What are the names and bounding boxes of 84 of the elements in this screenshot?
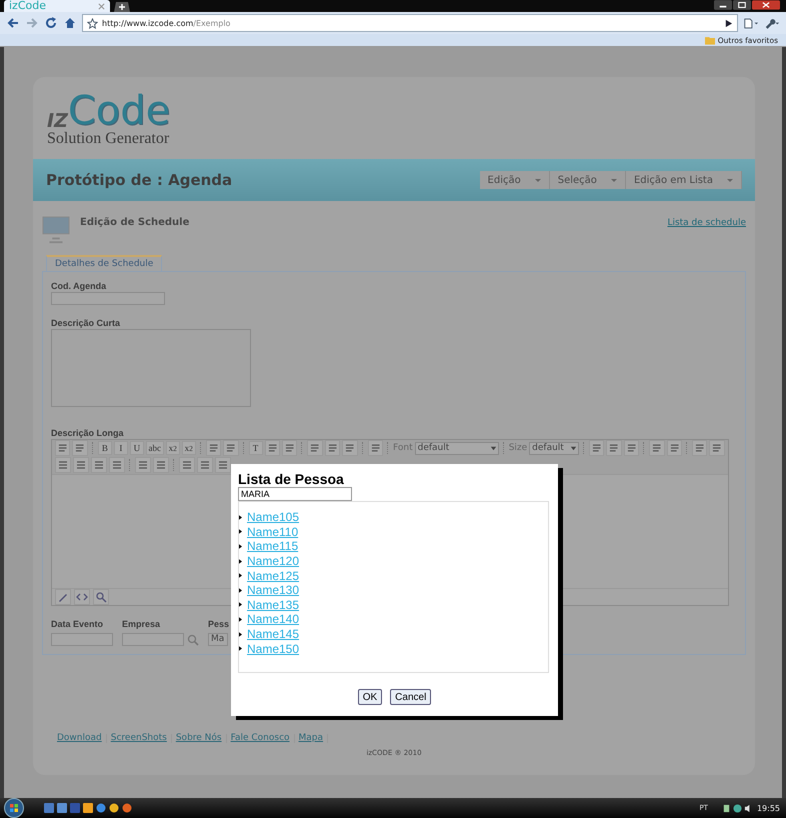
format-button[interactable]: T: [248, 441, 263, 456]
person-link[interactable]: Name115: [247, 539, 298, 554]
new-tab-icon[interactable]: [114, 2, 130, 12]
forward-icon[interactable]: [25, 16, 39, 30]
tray-icon[interactable]: [722, 804, 731, 812]
footer-link[interactable]: Fale Conosco: [230, 733, 290, 743]
field-label: Descrição Longa: [51, 426, 124, 439]
bullet-icon: [239, 558, 242, 564]
person-link[interactable]: Name140: [247, 612, 300, 626]
bullet-icon: [239, 632, 242, 637]
format-button[interactable]: abc: [146, 441, 164, 456]
person-link[interactable]: Name130: [247, 583, 300, 598]
wrench-icon[interactable]: [764, 18, 780, 28]
person-link[interactable]: Name110: [247, 524, 298, 539]
field-label: Empresa: [122, 618, 162, 630]
field-label: Cod. Agenda: [51, 280, 106, 292]
url-text: http://www.izcode.com/Exemplo: [102, 18, 230, 28]
field-label: Descrição Curta: [51, 316, 120, 329]
home-icon[interactable]: [63, 16, 77, 30]
address-bar[interactable]: http://www.izcode.com/Exemplo: [82, 14, 738, 32]
star-icon[interactable]: [87, 18, 98, 28]
search-field[interactable]: MARIA: [238, 487, 352, 501]
logo-tagline: Solution Generator: [47, 131, 170, 147]
font-select[interactable]: default: [414, 442, 499, 455]
page-title: Protótipo de : Agenda: [46, 171, 232, 189]
person-link[interactable]: Name150: [247, 642, 300, 656]
format-button[interactable]: I: [114, 441, 128, 456]
tab-title: izCode: [9, 0, 46, 12]
dropdown-icon: [488, 444, 498, 453]
menu-button[interactable]: Seleção: [550, 171, 626, 189]
input-field[interactable]: [51, 633, 113, 646]
field-label: Pess: [208, 618, 230, 630]
bullet-icon: [239, 646, 242, 652]
close-icon[interactable]: [752, 0, 780, 10]
menu-button[interactable]: Edição em Lista: [626, 171, 742, 189]
list-link[interactable]: Lista de schedule: [667, 218, 746, 228]
start-button[interactable]: [4, 798, 24, 818]
footer-link[interactable]: Download: [57, 733, 102, 743]
dialog-title: Lista de Pessoa: [238, 471, 344, 487]
person-link[interactable]: Name105: [247, 510, 300, 524]
dialog-button[interactable]: Cancel: [390, 689, 432, 705]
back-icon[interactable]: [6, 16, 20, 30]
font-label: Font: [393, 443, 413, 454]
clock: 19:55: [756, 804, 780, 812]
bullet-icon: [239, 588, 242, 593]
page-menu-icon[interactable]: [743, 18, 759, 28]
bullet-icon: [239, 616, 242, 622]
person-link[interactable]: Name135: [247, 598, 300, 612]
person-link[interactable]: Name125: [247, 568, 300, 583]
footer-link[interactable]: Mapa: [298, 733, 324, 743]
tab[interactable]: Detalhes de Schedule: [46, 255, 162, 271]
network-icon[interactable]: [732, 804, 742, 812]
bullet-icon: [239, 514, 242, 520]
logo-text: Code: [68, 91, 170, 131]
reload-icon[interactable]: [44, 16, 58, 30]
maximize-icon[interactable]: [733, 0, 751, 10]
input-field[interactable]: [122, 633, 184, 646]
menu-button[interactable]: Edição: [480, 171, 550, 189]
logo-prefix: IZ: [47, 111, 68, 131]
bullet-icon: [239, 544, 242, 549]
search-icon[interactable]: [187, 634, 199, 646]
footer-link[interactable]: Sobre Nós: [176, 733, 222, 743]
person-link[interactable]: Name120: [247, 554, 300, 568]
input-field[interactable]: Ma: [208, 633, 228, 646]
format-button[interactable]: U: [130, 441, 144, 456]
dialog-button[interactable]: OK: [358, 689, 382, 705]
input-field[interactable]: [51, 292, 165, 305]
size-select[interactable]: default: [529, 442, 579, 455]
code-icon[interactable]: [74, 589, 90, 605]
section-title: Edição de Schedule: [80, 217, 190, 228]
format-button[interactable]: B: [98, 441, 112, 456]
person-link[interactable]: Name145: [247, 627, 300, 642]
dropdown-icon: [568, 444, 578, 453]
pencil-icon[interactable]: [55, 589, 71, 605]
bullet-icon: [239, 529, 242, 534]
minimize-icon[interactable]: [714, 0, 732, 10]
bullet-icon: [239, 573, 242, 578]
search-icon[interactable]: [93, 589, 109, 605]
footer-link[interactable]: ScreenShots: [110, 733, 167, 743]
bullet-icon: [239, 602, 242, 608]
field-label: Data Evento: [51, 618, 104, 630]
browser-tab[interactable]: izCode: [4, 0, 110, 12]
size-label: Size: [508, 443, 528, 454]
play-icon[interactable]: [724, 18, 733, 28]
